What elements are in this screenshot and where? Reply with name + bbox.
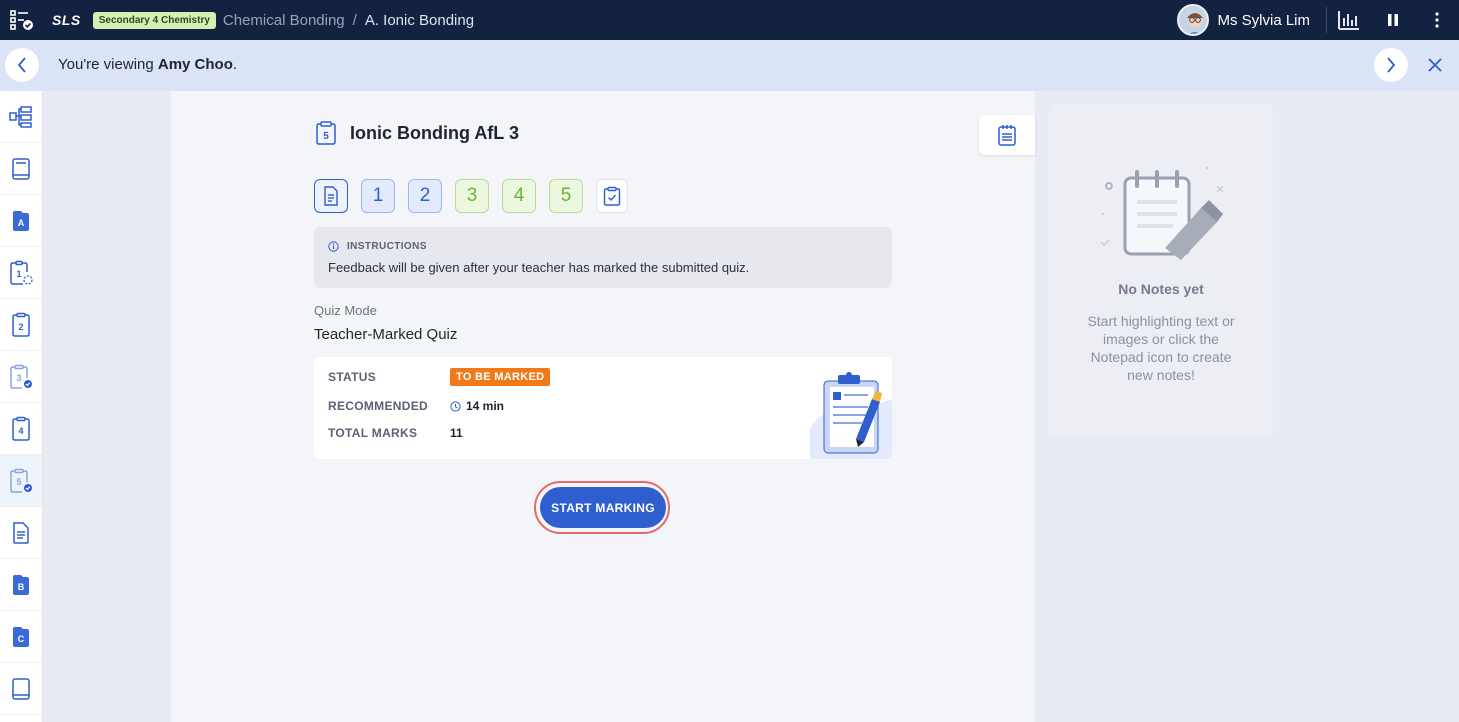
quiz-status-card: STATUS TO BE MARKED RECOMMENDED 14 min T… xyxy=(314,357,892,459)
previous-student-button[interactable] xyxy=(5,48,39,82)
step-question-4[interactable]: 4 xyxy=(502,179,536,213)
quiz-2-icon: 2 xyxy=(12,312,30,337)
viewing-banner: You're viewing Amy Choo. xyxy=(0,40,1459,91)
status-badge: TO BE MARKED xyxy=(450,368,551,386)
status-label: STATUS xyxy=(328,370,377,384)
notepad-icon xyxy=(998,125,1016,146)
instructions-text: Feedback will be given after your teache… xyxy=(328,260,750,275)
sidebar-item-section-c[interactable]: C xyxy=(0,611,42,663)
recommended-value: 14 min xyxy=(466,399,505,413)
quiz-badge-icon: 5 xyxy=(316,121,336,145)
sidebar-item-document[interactable] xyxy=(0,507,42,559)
quiz-badge-number: 5 xyxy=(323,131,329,142)
notepad-illustration-icon xyxy=(1100,166,1224,260)
document-icon xyxy=(13,521,29,544)
sidebar-item-book-end[interactable] xyxy=(0,663,42,715)
sidebar-item-quiz-2[interactable]: 2 xyxy=(0,299,42,351)
quiz-3-glyph: 3 xyxy=(16,373,21,383)
section-a-glyph: A xyxy=(18,218,25,228)
section-c-glyph: C xyxy=(18,634,25,644)
sidebar-item-section-b[interactable]: B xyxy=(0,559,42,611)
document-icon xyxy=(324,186,338,206)
close-banner-button[interactable] xyxy=(1424,54,1446,76)
status-row: STATUS TO BE MARKED xyxy=(328,368,551,386)
question-steps: 1 2 3 4 5 xyxy=(314,179,641,213)
no-notes-heading: No Notes yet xyxy=(1118,281,1204,297)
quiz-1-icon: 1 xyxy=(10,260,33,285)
breadcrumb-section: A. Ionic Bonding xyxy=(364,11,475,29)
step-submit[interactable] xyxy=(596,179,628,213)
lesson-sidebar: A 1 2 3 4 5 B C xyxy=(0,91,43,722)
breadcrumb-topic[interactable]: Chemical Bonding xyxy=(223,12,345,29)
sidebar-item-quiz-3[interactable]: 3 xyxy=(0,351,42,403)
viewing-suffix: . xyxy=(232,56,238,73)
close-icon xyxy=(1428,58,1442,72)
student-name: Amy Choo xyxy=(157,56,233,73)
book-icon xyxy=(12,157,30,180)
sidebar-item-quiz-5[interactable]: 5 xyxy=(0,455,42,507)
quiz-4-icon: 4 xyxy=(12,416,30,441)
avatar[interactable] xyxy=(1177,4,1210,36)
total-marks-label: TOTAL MARKS xyxy=(328,426,418,440)
quiz-main-panel: 5 Ionic Bonding AfL 3 1 2 3 4 5 INSTRUCT… xyxy=(171,91,1035,722)
section-a-icon: A xyxy=(13,210,29,231)
quiz-mode-label: Quiz Mode xyxy=(314,303,377,318)
total-marks-row: TOTAL MARKS 11 xyxy=(328,426,463,440)
step-question-1[interactable]: 1 xyxy=(361,179,395,213)
sidebar-item-lesson-map[interactable] xyxy=(0,91,42,143)
step-question-5[interactable]: 5 xyxy=(549,179,583,213)
quiz-3-icon: 3 xyxy=(10,364,32,389)
breadcrumb-separator: / xyxy=(352,11,357,29)
subject-badge: Secondary 4 Chemistry xyxy=(92,11,216,29)
quiz-title: Ionic Bonding AfL 3 xyxy=(350,122,519,143)
viewing-text: You're viewing Amy Choo. xyxy=(58,56,237,73)
sidebar-item-book[interactable] xyxy=(0,143,42,195)
quiz-4-glyph: 4 xyxy=(18,426,23,436)
quiz-1-glyph: 1 xyxy=(16,269,21,279)
apps-menu-icon[interactable] xyxy=(0,0,44,40)
notepad-toggle-button[interactable] xyxy=(979,115,1035,155)
sidebar-item-section-a[interactable]: A xyxy=(0,195,42,247)
quiz-5-icon: 5 xyxy=(10,468,32,493)
start-marking-button[interactable]: START MARKING xyxy=(540,487,666,528)
recommended-row: RECOMMENDED 14 min xyxy=(328,399,504,413)
recommended-label: RECOMMENDED xyxy=(328,399,428,413)
clock-icon xyxy=(450,400,461,412)
user-name[interactable]: Ms Sylvia Lim xyxy=(1217,12,1310,29)
quiz-mode-value: Teacher-Marked Quiz xyxy=(314,326,458,343)
total-marks-value: 11 xyxy=(450,426,463,440)
clipboard-check-icon xyxy=(603,186,621,206)
chevron-right-icon xyxy=(1387,57,1396,73)
sidebar-item-quiz-1[interactable]: 1 xyxy=(0,247,42,299)
quiz-title-row: 5 Ionic Bonding AfL 3 xyxy=(314,120,519,146)
next-student-button[interactable] xyxy=(1374,48,1408,82)
step-question-2[interactable]: 2 xyxy=(408,179,442,213)
viewing-prefix: You're viewing xyxy=(58,56,158,73)
sls-logo[interactable]: SLS xyxy=(52,12,81,28)
more-vertical-icon[interactable] xyxy=(1415,0,1459,40)
book-end-icon xyxy=(12,677,30,700)
info-icon xyxy=(328,241,339,252)
analytics-icon[interactable] xyxy=(1327,0,1371,40)
lesson-map-icon xyxy=(9,105,32,128)
section-c-icon: C xyxy=(13,626,29,647)
instructions-label: INSTRUCTIONS xyxy=(347,241,427,252)
step-overview[interactable] xyxy=(314,179,348,213)
top-bar: SLS Secondary 4 Chemistry Chemical Bondi… xyxy=(0,0,1459,40)
instructions-heading: INSTRUCTIONS xyxy=(328,241,427,252)
quiz-2-glyph: 2 xyxy=(18,322,23,332)
notes-panel: No Notes yet Start highlighting text or … xyxy=(1049,104,1273,438)
section-b-icon: B xyxy=(13,574,29,595)
no-notes-description: Start highlighting text or images or cli… xyxy=(1087,313,1235,383)
step-question-3[interactable]: 3 xyxy=(455,179,489,213)
section-b-glyph: B xyxy=(18,582,25,592)
instructions-box: INSTRUCTIONS Feedback will be given afte… xyxy=(314,227,892,288)
chevron-left-icon xyxy=(17,57,26,73)
sidebar-item-quiz-4[interactable]: 4 xyxy=(0,403,42,455)
clipboard-illustration xyxy=(810,372,892,459)
pause-icon[interactable] xyxy=(1371,0,1415,40)
quiz-5-glyph: 5 xyxy=(16,477,21,487)
